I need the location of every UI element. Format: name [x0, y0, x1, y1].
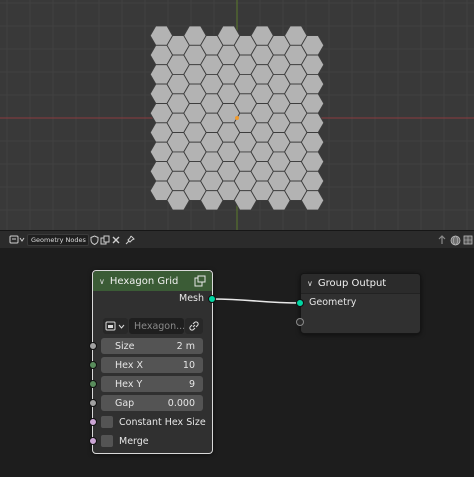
- merge-row[interactable]: Merge: [101, 434, 149, 448]
- hex-y-input-socket[interactable]: [89, 380, 97, 388]
- mesh-output-socket[interactable]: [208, 295, 216, 303]
- object-origin: [235, 116, 239, 120]
- hex-x-field[interactable]: Hex X 10: [101, 357, 203, 373]
- merge-socket[interactable]: [89, 437, 97, 445]
- node-tree-name-field[interactable]: Geometry Nodes: [27, 234, 89, 246]
- hex-y-field[interactable]: Hex Y 9: [101, 376, 203, 392]
- material-browse-button[interactable]: [103, 318, 128, 334]
- group-output-node-title: Group Output: [317, 278, 387, 289]
- globe-icon[interactable]: [450, 234, 461, 246]
- size-field[interactable]: Size 2 m: [101, 338, 203, 354]
- gap-input-socket[interactable]: [89, 399, 97, 407]
- size-value: 2 m: [176, 340, 195, 352]
- pin-icon[interactable]: [125, 234, 135, 246]
- mesh-output-label: Mesh: [179, 293, 205, 304]
- geometry-input-label: Geometry: [309, 297, 357, 308]
- collapse-chevron-icon[interactable]: ∨: [307, 279, 313, 288]
- mesh-to-geometry-link[interactable]: [211, 298, 301, 304]
- constant-hex-size-label: Constant Hex Size: [119, 416, 206, 428]
- gap-value: 0.000: [167, 397, 195, 409]
- hex-x-value: 10: [182, 359, 195, 371]
- constant-hex-size-checkbox[interactable]: [101, 416, 113, 428]
- empty-input-socket[interactable]: [296, 318, 304, 326]
- size-label: Size: [115, 340, 135, 352]
- gap-label: Gap: [115, 397, 135, 409]
- merge-label: Merge: [119, 435, 149, 447]
- group-output-node-header[interactable]: ∨ Group Output: [301, 274, 420, 294]
- hexagon-grid-node-title: Hexagon Grid: [109, 275, 179, 287]
- constant-hex-size-row[interactable]: Constant Hex Size: [101, 415, 206, 429]
- node-tree-icon: [9, 235, 25, 244]
- gap-field[interactable]: Gap 0.000: [101, 395, 203, 411]
- material-name-field[interactable]: Hexagon...: [129, 318, 184, 334]
- close-icon[interactable]: [111, 234, 121, 246]
- hex-y-value: 9: [188, 378, 195, 390]
- grid-overlay-icon[interactable]: [463, 234, 473, 246]
- hex-x-label: Hex X: [115, 359, 143, 371]
- geometry-input-socket[interactable]: [296, 299, 304, 307]
- size-input-socket[interactable]: [89, 342, 97, 350]
- hex-x-input-socket[interactable]: [89, 361, 97, 369]
- constant-hex-size-socket[interactable]: [89, 418, 97, 426]
- viewport-canvas: [0, 0, 474, 230]
- material-icon: [105, 321, 124, 331]
- merge-checkbox[interactable]: [101, 435, 113, 447]
- link-icon[interactable]: [185, 318, 203, 334]
- 3d-viewport[interactable]: [0, 0, 474, 230]
- editor-type-button[interactable]: [8, 234, 26, 246]
- node-editor-canvas[interactable]: ∨ Hexagon Grid ∨ Group Output: [0, 248, 474, 477]
- node-group-icon[interactable]: [194, 275, 206, 287]
- hex-y-label: Hex Y: [115, 378, 143, 390]
- node-editor-header: Geometry Nodes: [0, 230, 474, 248]
- hexagon-grid-node-header[interactable]: ∨ Hexagon Grid: [93, 271, 212, 291]
- collapse-chevron-icon[interactable]: ∨: [99, 277, 105, 286]
- duplicate-icon[interactable]: [100, 234, 110, 246]
- fake-user-shield-icon[interactable]: [90, 234, 99, 246]
- parent-node-tree-icon[interactable]: [437, 234, 447, 246]
